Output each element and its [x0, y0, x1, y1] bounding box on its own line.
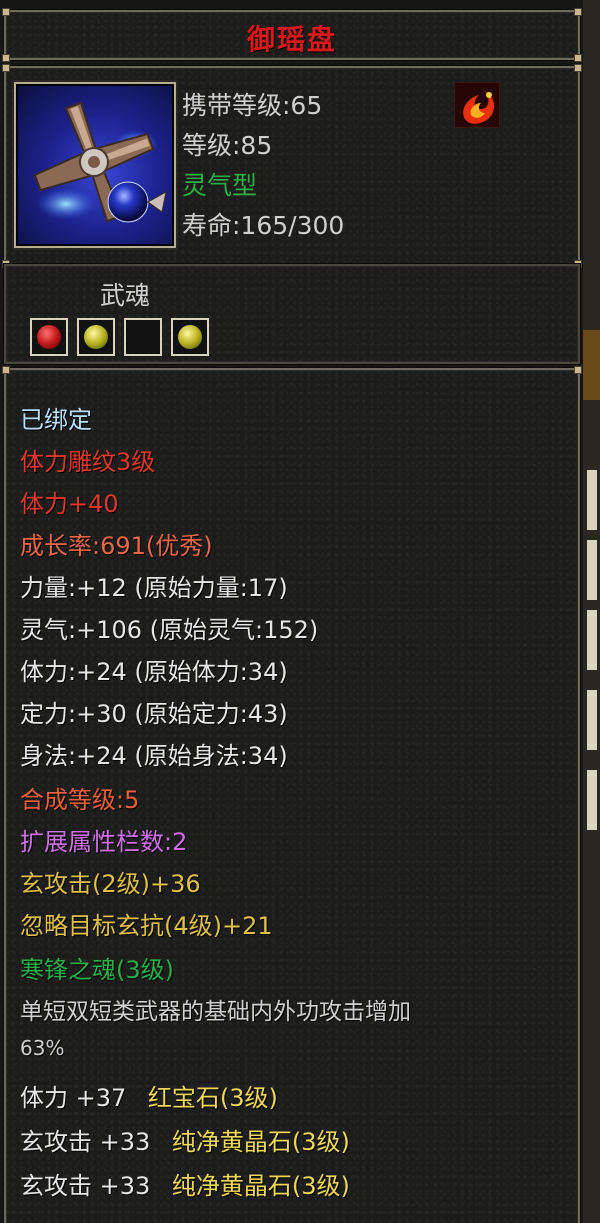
fire-swirl-icon [454, 82, 500, 128]
bound-status: 已绑定 [20, 406, 92, 434]
yellow-gem-icon [178, 325, 202, 349]
item-info-panel: 携带等级:65 等级:85 灵气型 寿命:165/300 [2, 64, 582, 268]
attr-spirit: 灵气:+106 (原始灵气:152) [20, 616, 319, 644]
soul-label: 武魂 [100, 281, 151, 310]
soul-socket-2[interactable] [77, 318, 115, 356]
gem-line-2: 玄攻击 +33 纯净黄晶石(3级) [20, 1122, 350, 1157]
engrave-line: 体力雕纹3级 [20, 448, 156, 476]
growth-rate: 成长率:691(优秀) [20, 532, 213, 560]
attr-strength: 力量:+12 (原始力量:17) [20, 574, 288, 602]
yellow-gem-icon [84, 325, 108, 349]
gem-3-name: 纯净黄晶石(3级) [171, 1172, 350, 1200]
gem-3-stat: 玄攻击 +33 [20, 1172, 151, 1200]
red-gem-icon [37, 325, 61, 349]
ext-slot-count: 扩展属性栏数:2 [20, 828, 188, 856]
soul-panel: 武魂 [4, 264, 580, 364]
soul-socket-3[interactable] [124, 318, 162, 356]
title-bar: 御瑶盘 [2, 8, 582, 62]
stats-panel: 已绑定 体力雕纹3级 体力+40 成长率:691(优秀) 力量:+12 (原始力… [2, 366, 582, 1223]
soul-skill-desc: 单短双短类武器的基础内外功攻击增加 [20, 999, 411, 1025]
durability: 寿命:165/300 [182, 211, 345, 240]
soul-skill: 寒锋之魂(3级) [20, 956, 174, 984]
background-window-edge [583, 0, 600, 1223]
ext-attr-2: 忽略目标玄抗(4级)+21 [20, 912, 273, 940]
attr-agility: 身法:+24 (原始身法:34) [20, 742, 288, 770]
gem-2-name: 纯净黄晶石(3级) [171, 1128, 350, 1156]
ext-attr-1: 玄攻击(2级)+36 [20, 870, 201, 898]
gem-line-1: 体力 +37 红宝石(3级) [20, 1078, 278, 1113]
weapon-shuriken-icon [14, 82, 176, 248]
carry-level: 携带等级:65 [182, 91, 323, 120]
attr-vitality: 体力:+24 (原始体力:34) [20, 658, 288, 686]
engrave-bonus: 体力+40 [20, 490, 119, 518]
item-tooltip: 御瑶盘 携带等级:65 等级:85 灵气型 寿命:165/300 武魂 已绑定 … [0, 0, 600, 1223]
soul-skill-desc-cont: 63% [20, 1036, 65, 1060]
synth-level: 合成等级:5 [20, 786, 140, 814]
item-level: 等级:85 [182, 131, 273, 160]
gem-1-stat: 体力 +37 [20, 1084, 127, 1112]
item-name: 御瑶盘 [246, 23, 337, 56]
gem-line-3: 玄攻击 +33 纯净黄晶石(3级) [20, 1166, 350, 1201]
gem-2-stat: 玄攻击 +33 [20, 1128, 151, 1156]
soul-socket-4[interactable] [171, 318, 209, 356]
attr-defense: 定力:+30 (原始定力:43) [20, 700, 288, 728]
soul-socket-1[interactable] [30, 318, 68, 356]
item-type: 灵气型 [182, 171, 258, 200]
gem-1-name: 红宝石(3级) [147, 1084, 278, 1112]
